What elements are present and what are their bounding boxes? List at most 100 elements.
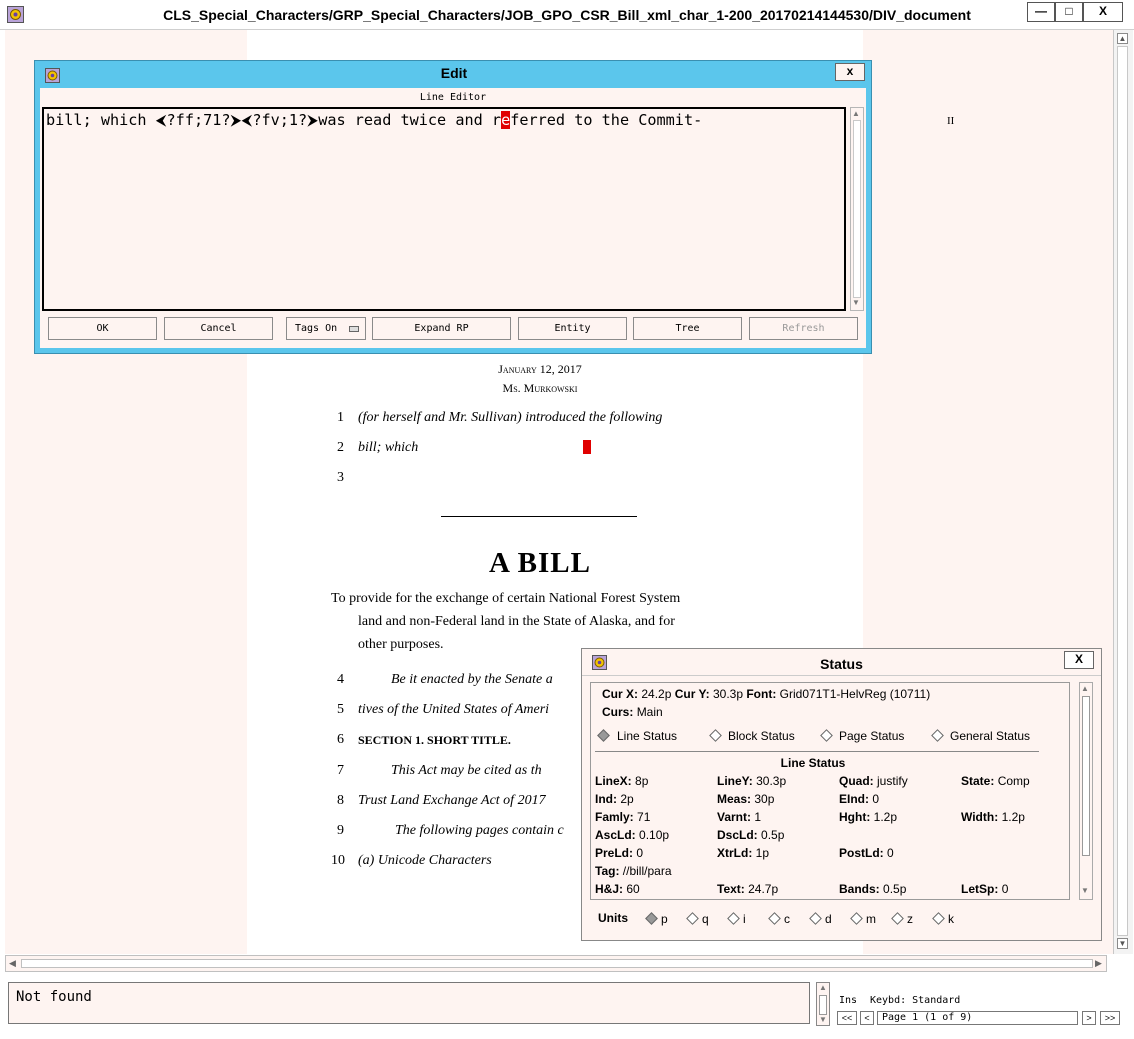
scroll-up-arrow-icon[interactable]: ▲ [819,983,827,992]
editor-text: was read twice and r [318,111,502,129]
scroll-up-arrow-icon[interactable]: ▲ [1081,684,1089,693]
scroll-down-arrow-icon[interactable]: ▼ [1117,938,1128,949]
purpose-line: To provide for the exchange of certain N… [331,591,681,606]
editor-line: bill; which ⮜?ff;71?⮞⮜?fv;1?⮞was read tw… [46,111,702,130]
document-horizontal-scrollbar[interactable]: ◀ ▶ [5,955,1107,972]
bill-sponsor: Ms. Murkowski [502,381,578,395]
status-tag: Tag: //bill/para [595,864,672,878]
status-field: State: Comp [961,774,1030,788]
close-dialog-button[interactable]: x [835,63,865,81]
line-number: 3 [337,470,344,485]
section-label: Line Editor [419,92,487,103]
scroll-track[interactable] [819,995,827,1015]
ok-button[interactable]: OK [48,317,157,340]
message-scrollbar[interactable]: ▲ ▼ [816,982,830,1026]
status-panel: Cur X: 24.2p Cur Y: 30.3p Font: Grid071T… [590,682,1070,900]
status-field: LineX: 8p [595,774,649,788]
radio-line-status[interactable] [597,729,610,742]
scroll-down-arrow-icon[interactable]: ▼ [1081,886,1089,895]
editor-text: ferred to the Commit- [510,111,703,129]
section-title: Line Status [780,756,846,770]
page-mark: II [947,115,955,127]
text-cursor [583,440,591,454]
status-message: Not found [16,989,92,1005]
bill-heading: A BILL [489,547,591,579]
scroll-down-arrow-icon[interactable]: ▼ [852,298,860,307]
status-field: Width: 1.2p [961,810,1025,824]
refresh-button[interactable]: Refresh [749,317,858,340]
line-text: bill; which [358,440,419,455]
status-field: PreLd: 0 [595,846,644,860]
editor-scrollbar[interactable]: ▲ ▼ [850,107,864,311]
unit-radio-k[interactable] [932,912,945,925]
cancel-button[interactable]: Cancel [164,317,273,340]
editor-text: ?fv;1? [252,111,308,129]
status-field: DscLd: 0.5p [717,828,785,842]
control-char-icon: ⮜ [155,111,167,129]
tab-label: Page Status [839,729,905,743]
purpose-line: other purposes. [358,637,444,652]
unit-radio-i[interactable] [727,912,740,925]
scroll-up-arrow-icon[interactable]: ▲ [1117,33,1128,44]
cursor-position: Cur X: 24.2p Cur Y: 30.3p Font: Grid071T… [602,687,931,701]
line-number: 4 [337,672,344,687]
radio-general-status[interactable] [931,729,944,742]
scroll-track[interactable] [21,959,1093,968]
unit-radio-m[interactable] [850,912,863,925]
unit-radio-d[interactable] [809,912,822,925]
expand-rp-button[interactable]: Expand RP [372,317,511,340]
unit-radio-z[interactable] [891,912,904,925]
status-field: PostLd: 0 [839,846,894,860]
control-char-icon: ⮞ [230,111,242,129]
unit-label: m [866,912,876,926]
tab-label: General Status [950,729,1031,743]
radio-block-status[interactable] [709,729,722,742]
status-titlebar: Status X [582,649,1101,676]
next-page-button[interactable]: > [1082,1011,1096,1025]
scroll-right-arrow-icon[interactable]: ▶ [1095,958,1102,969]
unit-radio-p[interactable] [645,912,658,925]
unit-label: z [907,912,913,926]
close-dialog-button[interactable]: X [1064,651,1094,669]
status-field: LineY: 30.3p [717,774,787,788]
unit-label: i [743,912,746,926]
control-char-icon: ⮞ [307,111,319,129]
line-text: The following pages contain c [395,823,564,838]
tags-toggle-button[interactable]: Tags On [286,317,366,340]
last-page-button[interactable]: >> [1100,1011,1120,1025]
status-field: Text: 24.7p [717,882,779,896]
minimize-button[interactable]: — [1027,2,1055,22]
scroll-thumb[interactable] [1082,696,1090,856]
unit-radio-c[interactable] [768,912,781,925]
unit-radio-q[interactable] [686,912,699,925]
radio-page-status[interactable] [820,729,833,742]
unit-label: q [702,912,709,926]
line-number: 10 [331,853,345,868]
line-number: 5 [337,702,344,717]
tree-button[interactable]: Tree [633,317,742,340]
page-indicator[interactable]: Page 1 (1 of 9) [877,1011,1078,1025]
maximize-button[interactable]: □ [1055,2,1083,22]
dialog-title: Edit [440,65,468,81]
unit-label: k [948,912,954,926]
toggle-indicator-icon [349,326,359,332]
scroll-track[interactable] [1117,46,1128,936]
scroll-down-arrow-icon[interactable]: ▼ [819,1015,827,1024]
insert-mode: Ins [839,995,858,1006]
unit-label: d [825,912,832,926]
scroll-left-arrow-icon[interactable]: ◀ [9,958,16,969]
status-field: Famly: 71 [595,810,651,824]
line-text: Trust Land Exchange Act of 2017 [358,793,546,808]
prev-page-button[interactable]: < [860,1011,874,1025]
document-vertical-scrollbar[interactable]: ▲ ▼ [1113,30,1133,954]
status-scrollbar[interactable]: ▲ ▼ [1079,682,1093,900]
first-page-button[interactable]: << [837,1011,857,1025]
line-editor-textarea[interactable]: bill; which ⮜?ff;71?⮞⮜?fv;1?⮞was read tw… [42,107,846,311]
purpose-line: land and non-Federal land in the State o… [358,614,675,629]
control-char-icon: ⮜ [241,111,253,129]
close-button[interactable]: X [1083,2,1123,22]
tab-label: Block Status [728,729,795,743]
scroll-track[interactable] [853,120,861,298]
entity-button[interactable]: Entity [518,317,627,340]
scroll-up-arrow-icon[interactable]: ▲ [852,109,860,118]
